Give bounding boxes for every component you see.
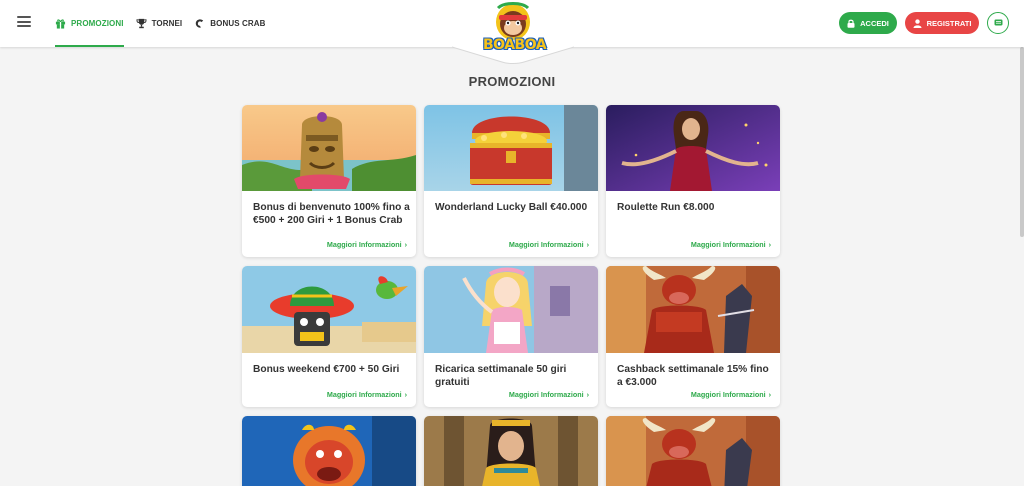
card-title: Wonderland Lucky Ball €40.000 bbox=[435, 202, 588, 213]
promo-card[interactable] bbox=[606, 416, 780, 486]
chevron-right-icon: › bbox=[586, 240, 589, 249]
logo-text: BOABOA bbox=[483, 37, 547, 53]
promo-card[interactable]: Cashback settimanale 15% fino a €3.000 M… bbox=[606, 266, 780, 407]
promo-image-bull-2 bbox=[606, 416, 780, 486]
card-title: Cashback settimanale 15% fino a €3.000 bbox=[617, 364, 769, 388]
promo-image-dealer bbox=[606, 105, 780, 191]
more-info-label: Maggiori Informazioni bbox=[326, 390, 402, 399]
gift-icon bbox=[55, 19, 66, 29]
card-title: Bonus weekend €700 + 50 Giri bbox=[253, 364, 400, 375]
promo-image-chest bbox=[424, 105, 598, 191]
scrollbar[interactable] bbox=[1020, 47, 1024, 237]
lock-icon bbox=[847, 19, 855, 28]
more-info-link[interactable]: Maggiori Informazioni › bbox=[691, 240, 771, 249]
chat-icon bbox=[994, 19, 1002, 26]
promo-image-egyptian bbox=[424, 416, 598, 486]
promo-card[interactable]: Bonus weekend €700 + 50 Giri Maggiori In… bbox=[242, 266, 416, 407]
more-info-label: Maggiori Informazioni bbox=[508, 240, 584, 249]
more-info-label: Maggiori Informazioni bbox=[690, 240, 766, 249]
chevron-right-icon: › bbox=[768, 390, 771, 399]
chevron-right-icon: › bbox=[404, 390, 407, 399]
more-info-link[interactable]: Maggiori Informazioni › bbox=[327, 390, 407, 399]
trophy-icon bbox=[136, 18, 147, 29]
nav-label: BONUS CRAB bbox=[210, 19, 266, 28]
chevron-right-icon: › bbox=[404, 240, 407, 249]
more-info-label: Maggiori Informazioni bbox=[508, 390, 584, 399]
main-nav: PROMOZIONI TORNEI BONUS CRAB bbox=[55, 0, 277, 47]
logo[interactable]: BOABOA bbox=[452, 0, 574, 64]
register-label: REGISTRATI bbox=[926, 18, 972, 28]
more-info-link[interactable]: Maggiori Informazioni › bbox=[327, 240, 407, 249]
promo-card[interactable]: Ricarica settimanale 50 giri gratuiti Ma… bbox=[424, 266, 598, 407]
more-info-label: Maggiori Informazioni bbox=[690, 390, 766, 399]
promo-image-sombrero bbox=[242, 266, 416, 353]
promo-card[interactable] bbox=[424, 416, 598, 486]
chevron-right-icon: › bbox=[586, 390, 589, 399]
promo-image-tiki bbox=[242, 105, 416, 191]
menu-icon[interactable] bbox=[17, 16, 31, 27]
promo-card[interactable]: Wonderland Lucky Ball €40.000 Maggiori I… bbox=[424, 105, 598, 257]
nav-item-bonus-crab[interactable]: BONUS CRAB bbox=[194, 0, 265, 47]
chat-button[interactable] bbox=[987, 12, 1009, 34]
login-label: ACCEDI bbox=[860, 18, 889, 28]
nav-item-tornei[interactable]: TORNEI bbox=[136, 0, 183, 47]
more-info-label: Maggiori Informazioni bbox=[326, 240, 402, 249]
register-button[interactable]: REGISTRATI bbox=[905, 12, 979, 34]
card-title: Bonus di benvenuto 100% fino a €500 + 20… bbox=[253, 202, 410, 226]
chevron-right-icon: › bbox=[768, 240, 771, 249]
more-info-link[interactable]: Maggiori Informazioni › bbox=[509, 240, 589, 249]
nav-label: TORNEI bbox=[151, 19, 183, 28]
promo-card[interactable] bbox=[242, 416, 416, 486]
nav-label: PROMOZIONI bbox=[71, 19, 124, 28]
promo-image-anime-girl bbox=[424, 266, 598, 353]
nav-item-promozioni[interactable]: PROMOZIONI bbox=[55, 0, 124, 47]
logo-badge bbox=[452, 2, 574, 64]
promo-card[interactable]: Roulette Run €8.000 Maggiori Informazion… bbox=[606, 105, 780, 257]
page-title: PROMOZIONI bbox=[468, 74, 556, 89]
more-info-link[interactable]: Maggiori Informazioni › bbox=[691, 390, 771, 399]
user-icon bbox=[913, 18, 922, 28]
card-title: Ricarica settimanale 50 giri gratuiti bbox=[435, 364, 567, 388]
promo-card[interactable]: Bonus di benvenuto 100% fino a €500 + 20… bbox=[242, 105, 416, 257]
more-info-link[interactable]: Maggiori Informazioni › bbox=[509, 390, 589, 399]
crab-claw-icon bbox=[196, 19, 204, 28]
promo-image-bull bbox=[606, 266, 780, 353]
promo-image-lion bbox=[242, 416, 416, 486]
login-button[interactable]: ACCEDI bbox=[839, 12, 897, 34]
card-title: Roulette Run €8.000 bbox=[617, 202, 715, 213]
